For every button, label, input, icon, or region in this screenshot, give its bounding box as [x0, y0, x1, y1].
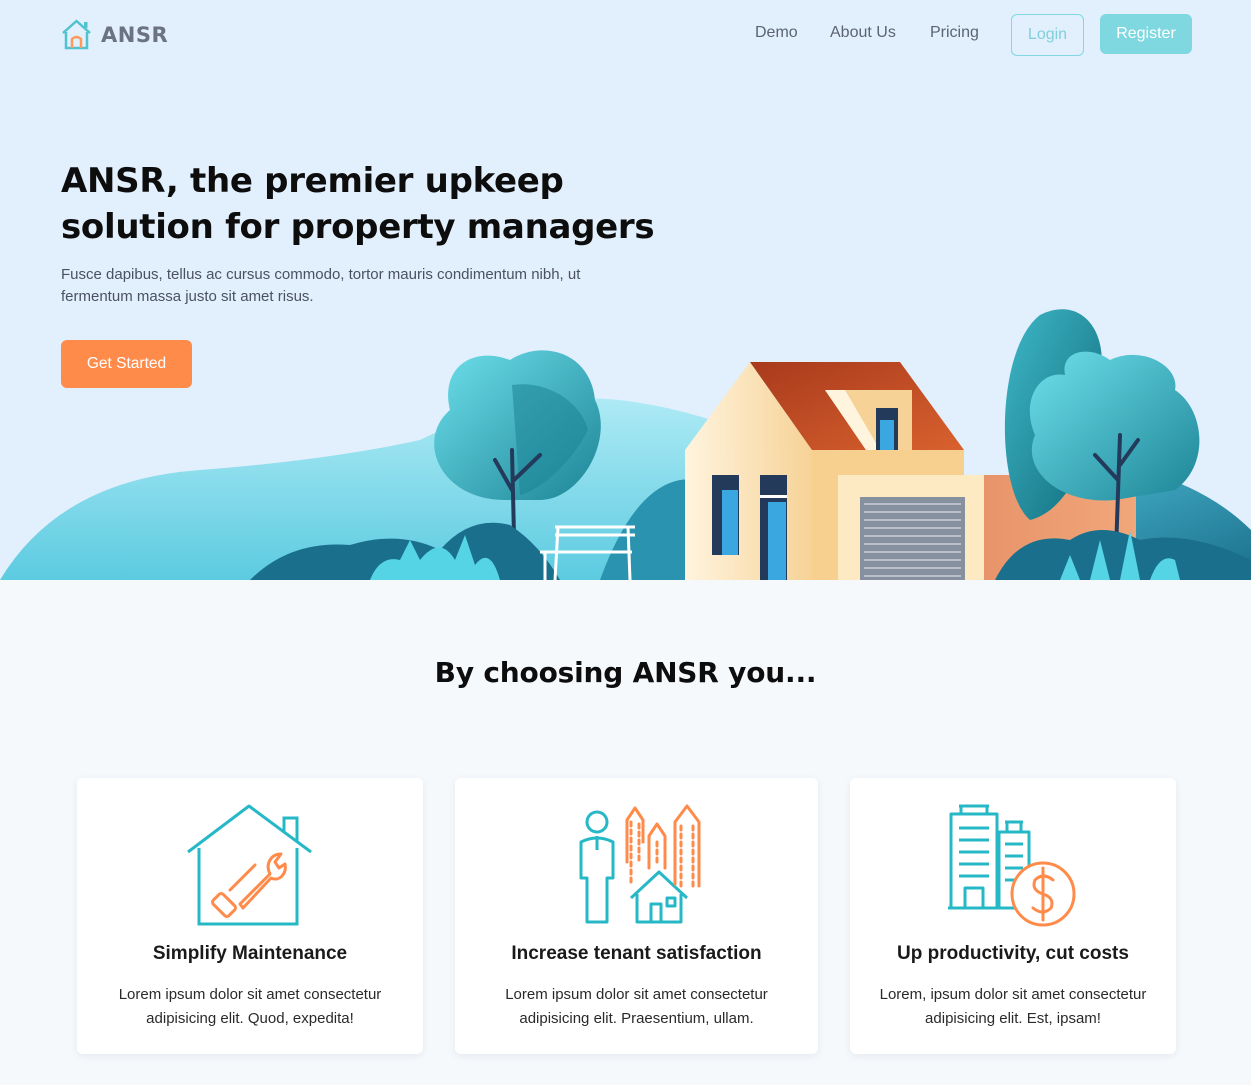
- nav-pricing[interactable]: Pricing: [930, 24, 979, 42]
- nav-about-us[interactable]: About Us: [830, 24, 896, 42]
- nav-demo[interactable]: Demo: [755, 24, 798, 42]
- login-button[interactable]: Login: [1011, 14, 1084, 56]
- card-title: Simplify Maintenance: [152, 943, 348, 964]
- feature-card-tenant-satisfaction: Increase tenant satisfaction Lorem ipsum…: [455, 778, 818, 1054]
- card-text: Lorem ipsum dolor sit amet consectetur a…: [505, 986, 768, 1027]
- card-title: Up productivity, cut costs: [897, 943, 1129, 964]
- brand-logo[interactable]: ANSR: [60, 18, 168, 51]
- house-landscape-illustration: [0, 309, 1251, 580]
- house-wrench-icon: [187, 804, 312, 926]
- feature-card-productivity: Up productivity, cut costs Lorem, ipsum …: [850, 778, 1176, 1054]
- brand-name: ANSR: [101, 22, 169, 47]
- house-logo-icon: [62, 19, 91, 50]
- feature-card-maintenance: Simplify Maintenance Lorem ipsum dolor s…: [77, 778, 423, 1054]
- person-house-growth-icon: [579, 804, 700, 924]
- card-title: Increase tenant satisfaction: [511, 943, 762, 964]
- features-heading: By choosing ANSR you...: [434, 656, 817, 689]
- hero-section: ANSR Demo About Us Pricing Login Registe…: [0, 0, 1251, 580]
- card-text: Lorem ipsum dolor sit amet consectetur a…: [118, 986, 382, 1027]
- hero-title: ANSR, the premier upkeep solution for pr…: [61, 161, 655, 247]
- card-text: Lorem, ipsum dolor sit amet consectetur …: [879, 986, 1147, 1027]
- buildings-dollar-icon: [948, 804, 1076, 927]
- register-button[interactable]: Register: [1100, 14, 1192, 54]
